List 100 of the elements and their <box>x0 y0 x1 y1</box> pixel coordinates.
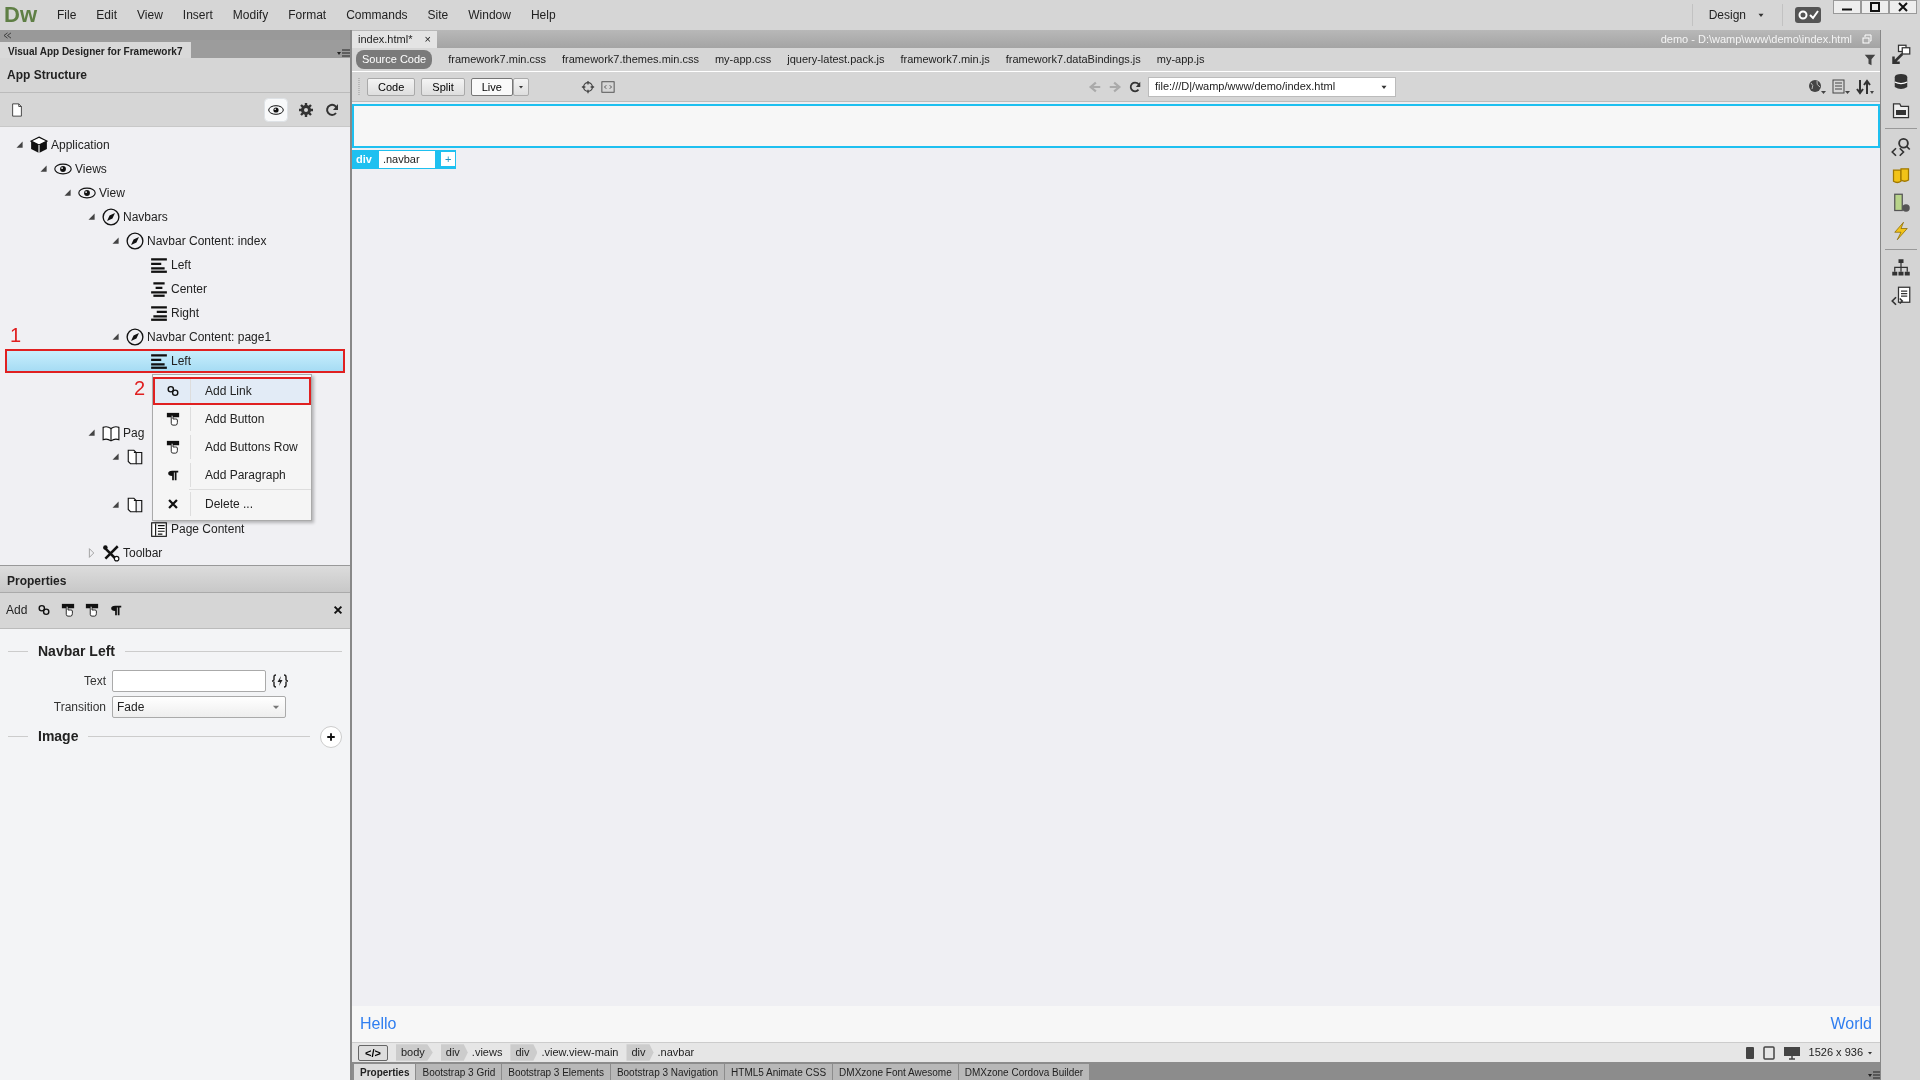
element-class-field[interactable]: .navbar <box>378 151 435 168</box>
tree-item[interactable]: Page Content <box>131 517 247 541</box>
menu-item[interactable]: Site <box>417 6 459 24</box>
folder-icon[interactable] <box>1890 100 1911 120</box>
pilcrow-icon[interactable] <box>109 603 124 617</box>
panel-tab[interactable]: Bootstrap 3 Elements <box>502 1064 610 1080</box>
panel-menu-icon[interactable] <box>1868 1070 1880 1080</box>
globe-icon[interactable] <box>1808 78 1826 95</box>
code-search-icon[interactable] <box>1890 137 1911 157</box>
tag-selector-item[interactable]: div <box>510 1044 538 1061</box>
address-field[interactable]: file:///D|/wamp/www/demo/index.html <box>1148 76 1396 97</box>
menu-item[interactable]: Window <box>458 6 521 24</box>
related-file-tab[interactable]: jquery-latest.pack.js <box>787 51 885 68</box>
menu-item[interactable]: Help <box>520 6 566 24</box>
panel-tab[interactable]: DMXzone Cordova Builder <box>958 1064 1090 1080</box>
sort-arrows-icon[interactable] <box>1856 78 1874 95</box>
new-document-icon[interactable] <box>10 101 24 118</box>
close-button[interactable] <box>1889 0 1917 14</box>
tree-item[interactable]: Navbar Content: index <box>107 229 269 253</box>
tree-item[interactable]: View <box>59 181 127 205</box>
link-icon[interactable] <box>37 603 52 617</box>
text-field[interactable] <box>112 669 266 692</box>
tree-item[interactable]: Navbars <box>83 205 170 229</box>
menu-item[interactable]: Insert <box>172 6 223 24</box>
menu-item[interactable]: Format <box>278 6 337 24</box>
view-button[interactable]: Code <box>367 77 416 96</box>
panel-tab[interactable]: Properties <box>354 1064 416 1080</box>
menu-item[interactable]: Add Buttons Row <box>153 433 311 461</box>
tree-item[interactable]: Pag <box>83 421 147 445</box>
workspace-switcher[interactable]: Design <box>1691 4 1783 26</box>
panel-tab[interactable]: Bootstrap 3 Navigation <box>610 1064 725 1080</box>
menu-item[interactable]: Modify <box>222 6 279 24</box>
inspect-code-icon[interactable] <box>600 79 615 94</box>
tree-label: Left <box>171 257 191 274</box>
tag-class-text: .navbar <box>657 1045 695 1061</box>
files-icon[interactable] <box>1890 44 1911 64</box>
panel-tab[interactable]: DMXzone Font Awesome <box>833 1064 958 1080</box>
section-title: Image <box>38 727 79 746</box>
refresh-icon[interactable] <box>324 101 340 118</box>
tab-close-button[interactable]: × <box>424 31 431 48</box>
tree-item[interactable]: Left <box>5 349 345 373</box>
hand-button-icon[interactable] <box>61 603 76 617</box>
related-file-tab[interactable]: my-app.js <box>1156 51 1205 68</box>
related-file-tab[interactable]: framework7.themes.min.css <box>562 51 699 68</box>
menu-item[interactable]: Add Button <box>153 405 311 433</box>
code-toggle-button[interactable]: </> <box>358 1044 388 1061</box>
tools-icon <box>102 544 120 562</box>
add-class-button[interactable]: + <box>440 152 456 167</box>
menu-item[interactable]: Add Link <box>153 377 311 405</box>
collapse-icon[interactable] <box>3 31 12 39</box>
maximize-button[interactable] <box>1861 0 1889 14</box>
minimize-button[interactable] <box>1833 0 1861 14</box>
tag-selector-item[interactable]: body <box>395 1044 433 1061</box>
menu-item[interactable]: View <box>127 6 173 24</box>
transition-select[interactable]: Fade <box>112 695 286 718</box>
sync-settings-icon[interactable] <box>1795 7 1821 23</box>
hand-button-icon[interactable] <box>85 603 100 617</box>
tree-item[interactable]: Left <box>131 253 193 277</box>
panel-tab[interactable]: Visual App Designer for Framework7 <box>0 42 191 58</box>
view-button[interactable]: Live <box>470 77 513 96</box>
menu-item[interactable]: Commands <box>336 6 418 24</box>
preview-button[interactable] <box>264 97 288 122</box>
list-options-icon[interactable] <box>1832 78 1850 95</box>
phone-icon[interactable] <box>1744 1045 1755 1060</box>
tree-item[interactable]: Application <box>11 133 112 157</box>
related-file-tab[interactable]: my-app.css <box>714 51 772 68</box>
settings-icon[interactable] <box>298 101 314 118</box>
add-image-button[interactable] <box>320 725 342 748</box>
menu-item[interactable]: Edit <box>86 6 128 24</box>
tree-item[interactable]: Center <box>131 277 210 301</box>
menu-item[interactable]: File <box>47 6 87 24</box>
dynamic-data-icon[interactable] <box>272 673 288 688</box>
live-options-button[interactable] <box>512 77 529 96</box>
tree-item[interactable]: Right <box>131 301 201 325</box>
tablet-icon[interactable] <box>1762 1045 1775 1060</box>
panel-tab[interactable]: HTML5 Animate CSS <box>725 1064 833 1080</box>
panel-tab[interactable]: Bootstrap 3 Grid <box>416 1064 502 1080</box>
window-size-menu[interactable]: 1526 x 936 <box>1808 1044 1874 1061</box>
crosshair-icon[interactable] <box>580 79 595 94</box>
refresh-icon[interactable] <box>1128 79 1142 94</box>
tag-selector-item[interactable]: div <box>440 1044 468 1061</box>
menu-item[interactable]: Add Paragraph <box>153 461 311 489</box>
cylinders-icon[interactable] <box>1890 165 1911 185</box>
tag-selector-item[interactable]: div <box>626 1044 654 1061</box>
panel-menu-icon[interactable] <box>336 48 350 58</box>
tree-item[interactable]: Views <box>35 157 109 181</box>
related-file-tab[interactable]: framework7.min.js <box>900 51 990 68</box>
related-file-tab[interactable]: Source Code <box>356 50 433 69</box>
desktop-icon[interactable] <box>1782 1045 1801 1060</box>
code-document-icon[interactable] <box>1890 286 1911 306</box>
related-file-tab[interactable]: framework7.min.css <box>448 51 546 68</box>
close-icon[interactable] <box>332 604 344 616</box>
view-button[interactable]: Split <box>421 77 465 96</box>
menu-item[interactable]: Delete ... <box>153 490 311 518</box>
filter-icon[interactable] <box>1864 53 1876 66</box>
tree-item[interactable]: Toolbar <box>83 541 165 565</box>
related-file-tab[interactable]: framework7.dataBindings.js <box>1005 51 1141 68</box>
sitemap-icon[interactable] <box>1890 258 1911 278</box>
tree-item[interactable]: Navbar Content: page1 <box>107 325 274 349</box>
document-tab[interactable]: index.html* × <box>352 31 437 48</box>
